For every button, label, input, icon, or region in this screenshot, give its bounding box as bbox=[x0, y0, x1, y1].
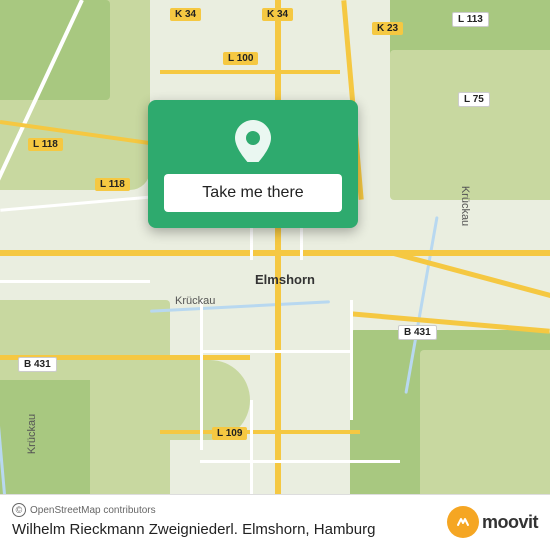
moovit-text: moovit bbox=[482, 512, 538, 533]
map-label-kruckau-east: Krückau bbox=[459, 186, 471, 226]
minor-road-7 bbox=[200, 460, 400, 463]
map-container: K 34 K 34 K 23 L 113 L 100 L 75 L 118 L … bbox=[0, 0, 550, 550]
minor-road-3 bbox=[200, 300, 203, 450]
map-label-kruckau-west: Krückau bbox=[26, 414, 38, 454]
road-label-l113: L 113 bbox=[452, 12, 489, 27]
osm-text: OpenStreetMap contributors bbox=[30, 505, 156, 516]
map-label-elmshorn: Elmshorn bbox=[255, 272, 315, 287]
moovit-icon bbox=[447, 506, 479, 538]
minor-road-5 bbox=[200, 350, 350, 353]
map-label-kruckau-center: Krückau bbox=[175, 295, 215, 307]
map-pin-icon bbox=[235, 120, 271, 162]
road-label-b431-left: B 431 bbox=[18, 357, 57, 372]
road-l109 bbox=[160, 430, 360, 434]
info-bar: © OpenStreetMap contributors Wilhelm Rie… bbox=[0, 494, 550, 550]
green-se bbox=[420, 350, 550, 500]
road-l100 bbox=[160, 70, 340, 74]
location-card: Take me there bbox=[148, 100, 358, 228]
moovit-logo: moovit bbox=[447, 506, 538, 538]
road-label-l75: L 75 bbox=[458, 92, 490, 107]
road-label-l118-2: L 118 bbox=[95, 178, 130, 191]
road-label-k34-1: K 34 bbox=[170, 8, 201, 21]
copyright-icon: © bbox=[12, 503, 26, 517]
road-label-k23: K 23 bbox=[372, 22, 403, 35]
minor-road-2 bbox=[0, 280, 150, 283]
take-me-there-button[interactable]: Take me there bbox=[164, 174, 342, 212]
road-label-b431-right: B 431 bbox=[398, 325, 437, 340]
green-ne bbox=[390, 50, 550, 200]
road-label-l118-1: L 118 bbox=[28, 138, 63, 151]
forest-nw bbox=[0, 0, 110, 100]
road-label-l109: L 109 bbox=[212, 427, 247, 440]
road-label-k34-2: K 34 bbox=[262, 8, 293, 21]
minor-road-4 bbox=[350, 300, 353, 420]
road-label-l100: L 100 bbox=[223, 52, 258, 65]
